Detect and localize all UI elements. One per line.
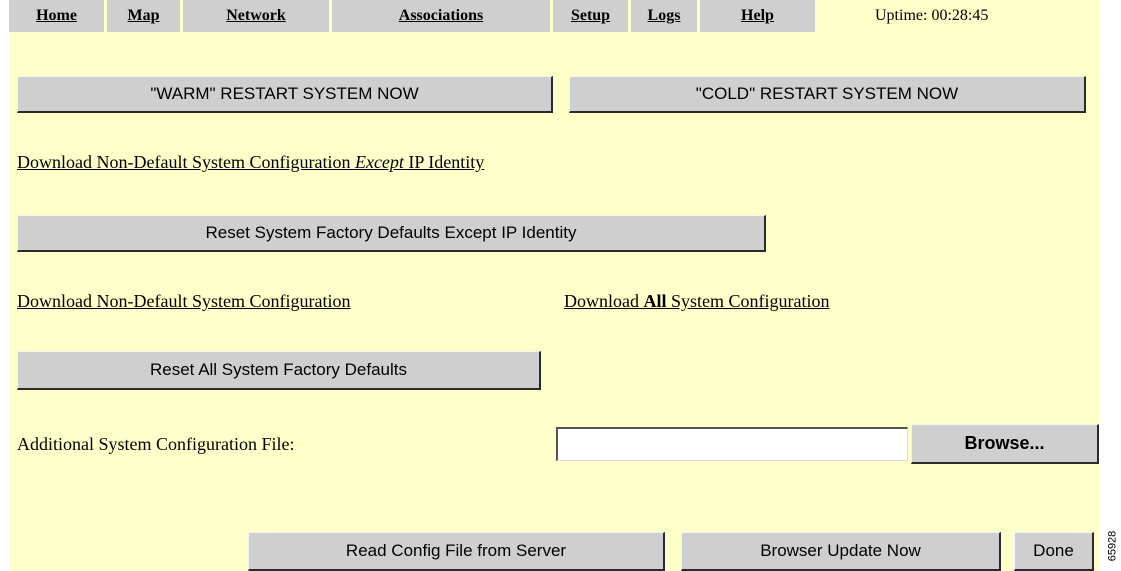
nav-map-link[interactable]: Map (107, 0, 180, 32)
download-all-config-link[interactable]: Download All System Configuration (564, 291, 830, 312)
warm-restart-button[interactable]: "WARM" RESTART SYSTEM NOW (17, 76, 553, 113)
figure-id-label: 65928 (1100, 526, 1121, 566)
nav-logs-link[interactable]: Logs (631, 0, 697, 32)
config-file-label: Additional System Configuration File: (17, 434, 295, 454)
cold-restart-button[interactable]: "COLD" RESTART SYSTEM NOW (569, 76, 1086, 113)
config-file-input[interactable] (556, 427, 908, 461)
nav-help-link[interactable]: Help (700, 0, 815, 32)
nav-home-link[interactable]: Home (9, 0, 104, 32)
browse-button[interactable]: Browse... (911, 424, 1099, 464)
read-config-from-server-button[interactable]: Read Config File from Server (248, 532, 665, 571)
nav-setup-link[interactable]: Setup (553, 0, 628, 32)
uptime-readout: Uptime: 00:28:45 (819, 0, 1099, 32)
browser-update-now-button[interactable]: Browser Update Now (681, 532, 1001, 571)
link-text-prefix: Download (564, 291, 644, 311)
download-nondefault-config-link[interactable]: Download Non-Default System Configuratio… (17, 291, 350, 312)
top-nav-bar: Home Map Network Associations Setup Logs… (9, 0, 1099, 32)
figure-id-text: 65928 (1106, 530, 1118, 562)
nav-associations-link[interactable]: Associations (332, 0, 550, 32)
link-text-all: All (643, 291, 667, 311)
link-text-except: Except (354, 152, 404, 172)
download-nondefault-except-ip-link[interactable]: Download Non-Default System Configuratio… (17, 152, 484, 173)
done-button[interactable]: Done (1014, 532, 1094, 571)
link-text-prefix: Download Non-Default System Configuratio… (17, 152, 355, 172)
link-text-suffix: IP Identity (403, 152, 485, 172)
reset-factory-defaults-except-ip-button[interactable]: Reset System Factory Defaults Except IP … (17, 215, 766, 252)
reset-all-factory-defaults-button[interactable]: Reset All System Factory Defaults (17, 351, 541, 390)
nav-network-link[interactable]: Network (183, 0, 329, 32)
link-text-suffix: System Configuration (666, 291, 830, 311)
